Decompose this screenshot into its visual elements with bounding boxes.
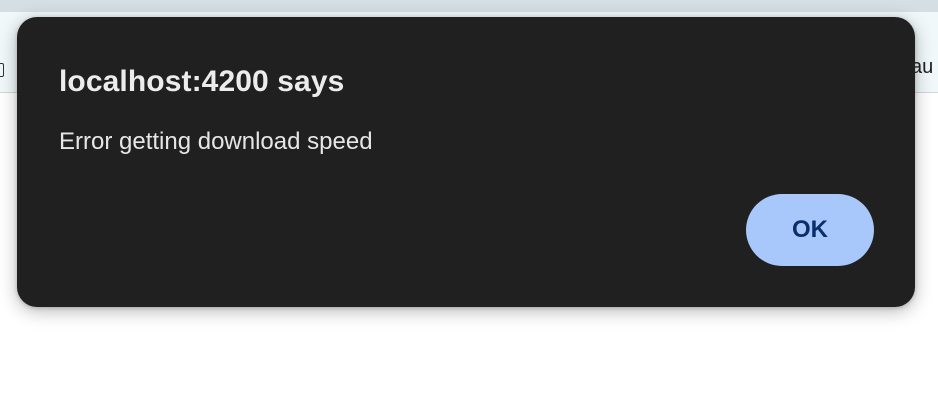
alert-dialog: localhost:4200 says Error getting downlo…	[17, 17, 915, 307]
dialog-message: Error getting download speed	[59, 128, 373, 155]
ok-button[interactable]: OK	[746, 194, 874, 266]
browser-top-strip	[0, 0, 938, 12]
dialog-title: localhost:4200 says	[59, 65, 345, 98]
tab-icon[interactable]	[0, 63, 4, 77]
